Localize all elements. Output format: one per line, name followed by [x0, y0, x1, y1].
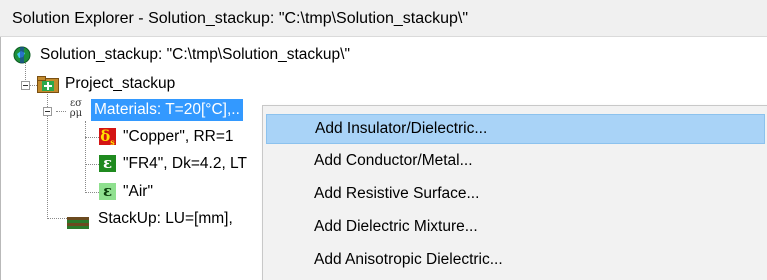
tree-line	[85, 164, 99, 165]
tree-node-fr4[interactable]: ε "FR4", Dk=4.2, LT	[99, 152, 269, 176]
tree-line	[47, 218, 67, 219]
menu-item-add-conductor-metal[interactable]: Add Conductor/Metal...	[266, 146, 765, 176]
menu-item-add-anisotropic-dielectric[interactable]: Add Anisotropic Dielectric...	[266, 245, 765, 275]
copper-material-icon: δs	[99, 127, 116, 147]
materials-symbol-icon: εσ ρμ	[69, 98, 83, 119]
project-folder-icon	[37, 76, 59, 101]
tree-node-materials-label: Materials: T=20[°C],..	[91, 99, 243, 121]
solution-globe-icon	[13, 46, 31, 72]
tree-node-solution[interactable]: Solution_stackup: "C:\tmp\Solution_stack…	[13, 43, 433, 67]
tree-node-project[interactable]: Project_stackup	[37, 72, 237, 96]
tree-line	[85, 121, 86, 193]
tree-node-copper[interactable]: δs "Copper", RR=1	[99, 125, 269, 149]
air-dielectric-icon: ε	[99, 183, 116, 200]
menu-item-add-dielectric-mixture[interactable]: Add Dielectric Mixture...	[266, 212, 765, 242]
tree-node-fr4-label: "FR4", Dk=4.2, LT	[123, 155, 247, 172]
materials-collapse-toggle[interactable]	[43, 107, 52, 116]
menu-item-add-insulator-dielectric[interactable]: Add Insulator/Dielectric...	[266, 114, 765, 144]
project-collapse-toggle[interactable]	[21, 81, 30, 90]
stackup-layers-icon	[67, 213, 89, 237]
tree-node-air-label: "Air"	[123, 183, 153, 200]
menu-item-add-resistive-surface[interactable]: Add Resistive Surface...	[266, 179, 765, 209]
context-menu: Add Insulator/Dielectric... Add Conducto…	[262, 105, 767, 280]
tree-node-stackup[interactable]: StackUp: LU=[mm],	[67, 207, 267, 231]
tree-node-materials[interactable]: εσ ρμ Materials: T=20[°C],..	[65, 98, 295, 122]
tree-node-solution-label: Solution_stackup: "C:\tmp\Solution_stack…	[40, 46, 350, 63]
tree-node-project-label: Project_stackup	[65, 75, 176, 92]
tree-line	[85, 192, 99, 193]
window-title: Solution Explorer - Solution_stackup: "C…	[0, 0, 767, 37]
tree-node-copper-label: "Copper", RR=1	[123, 128, 234, 145]
fr4-dielectric-icon: ε	[99, 155, 116, 172]
tree-line	[85, 137, 99, 138]
tree-node-air[interactable]: ε "Air"	[99, 180, 269, 204]
tree-node-stackup-label: StackUp: LU=[mm],	[98, 210, 233, 227]
